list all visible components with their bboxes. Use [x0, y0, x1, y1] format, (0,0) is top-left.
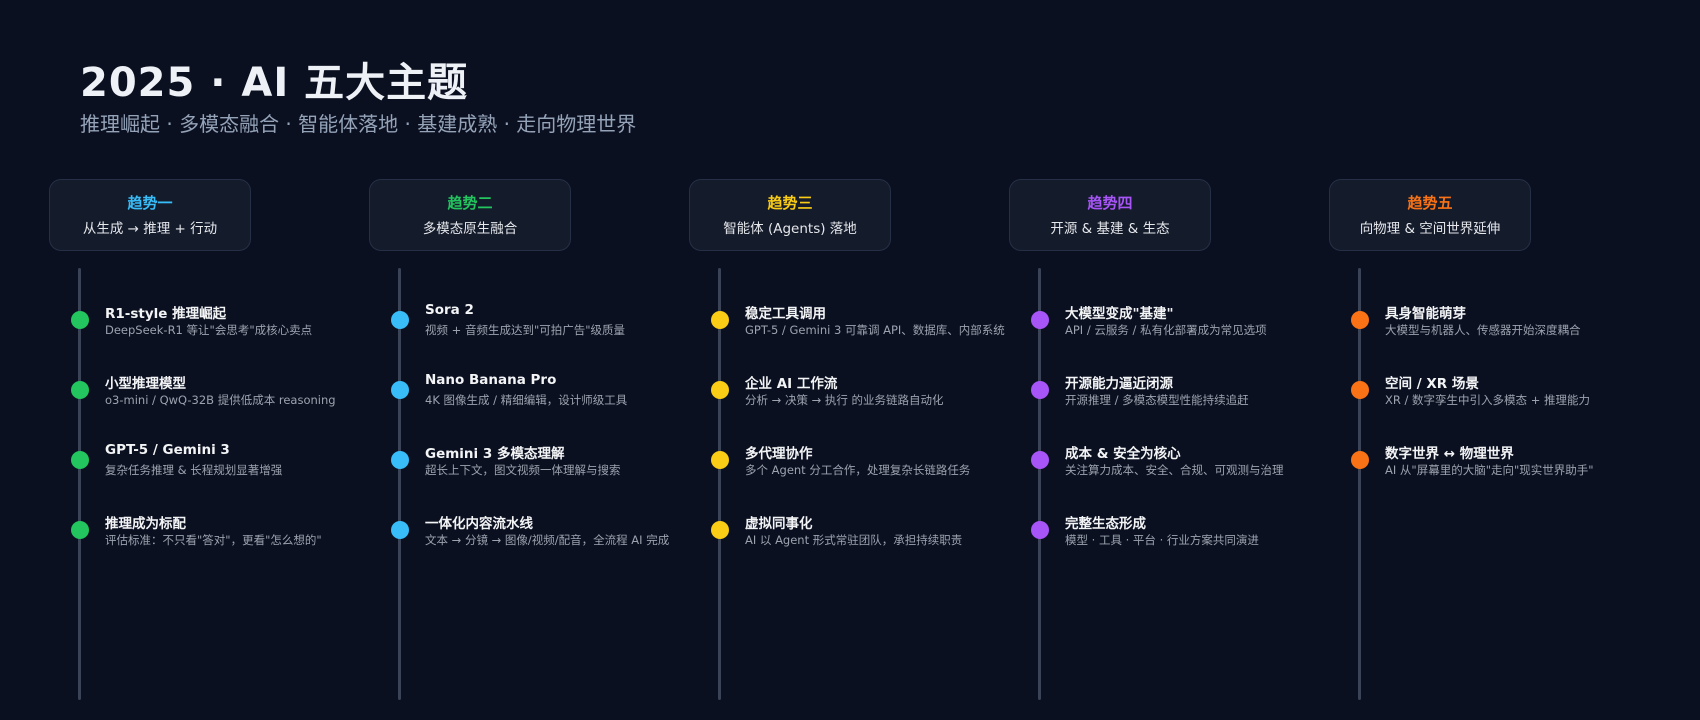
item-description: 视频 + 音频生成达到"可拍广告"级质量 — [425, 323, 626, 337]
item-title: 小型推理模型 — [105, 376, 186, 392]
item-description: 模型 · 工具 · 平台 · 行业方案共同演进 — [1065, 533, 1259, 547]
trend-header-card: 趋势一 从生成 → 推理 + 行动 — [49, 179, 251, 251]
trend-header-card: 趋势二 多模态原生融合 — [369, 179, 571, 251]
timeline-dot — [71, 311, 89, 329]
timeline-item: 一体化内容流水线 文本 → 分镜 → 图像/视频/配音，全流程 AI 完成 — [369, 512, 689, 562]
item-description: XR / 数字孪生中引入多模态 + 推理能力 — [1385, 393, 1590, 407]
item-title: 数字世界 ↔ 物理世界 — [1385, 446, 1514, 462]
item-description: 超长上下文，图文视频一体理解与搜索 — [425, 463, 621, 477]
item-title: 大模型变成"基建" — [1065, 306, 1174, 322]
trend-label: 趋势二 — [447, 194, 493, 212]
item-description: API / 云服务 / 私有化部署成为常见选项 — [1065, 323, 1267, 337]
item-description: GPT-5 / Gemini 3 可靠调 API、数据库、内部系统 — [745, 323, 1005, 337]
item-title: 推理成为标配 — [105, 516, 186, 532]
timeline-item: 大模型变成"基建" API / 云服务 / 私有化部署成为常见选项 — [1009, 302, 1329, 352]
trend-subtitle: 开源 & 基建 & 生态 — [1050, 221, 1170, 237]
timeline-dot — [71, 521, 89, 539]
item-description: 多个 Agent 分工合作，处理复杂长链路任务 — [745, 463, 971, 477]
timeline-dot — [711, 451, 729, 469]
item-description: 开源推理 / 多模态模型性能持续追赶 — [1065, 393, 1249, 407]
item-title: 完整生态形成 — [1065, 516, 1146, 532]
timeline-dot — [71, 451, 89, 469]
item-title: Sora 2 — [425, 302, 474, 318]
timeline-dot — [1351, 381, 1369, 399]
item-title: 稳定工具调用 — [745, 306, 826, 322]
trend-column-3: 趋势三 智能体 (Agents) 落地 稳定工具调用 GPT-5 / Gemin… — [689, 0, 1009, 720]
timeline-dot — [391, 311, 409, 329]
timeline-item: 企业 AI 工作流 分析 → 决策 → 执行 的业务链路自动化 — [689, 372, 1009, 422]
timeline-dot — [711, 521, 729, 539]
timeline-item: R1-style 推理崛起 DeepSeek-R1 等让"会思考"成核心卖点 — [49, 302, 369, 352]
item-title: Nano Banana Pro — [425, 372, 557, 388]
item-description: 评估标准：不只看"答对"，更看"怎么想的" — [105, 533, 322, 547]
timeline-item: Gemini 3 多模态理解 超长上下文，图文视频一体理解与搜索 — [369, 442, 689, 492]
timeline-dot — [391, 381, 409, 399]
trend-column-5: 趋势五 向物理 & 空间世界延伸 具身智能萌芽 大模型与机器人、传感器开始深度耦… — [1329, 0, 1649, 720]
timeline-item: 推理成为标配 评估标准：不只看"答对"，更看"怎么想的" — [49, 512, 369, 562]
trend-label: 趋势四 — [1087, 194, 1133, 212]
trend-subtitle: 智能体 (Agents) 落地 — [723, 221, 857, 237]
timeline-item: 小型推理模型 o3-mini / QwQ-32B 提供低成本 reasoning — [49, 372, 369, 422]
timeline-item: Sora 2 视频 + 音频生成达到"可拍广告"级质量 — [369, 302, 689, 352]
timeline-dot — [1351, 451, 1369, 469]
trend-subtitle: 向物理 & 空间世界延伸 — [1359, 221, 1501, 237]
timeline-item: GPT-5 / Gemini 3 复杂任务推理 & 长程规划显著增强 — [49, 442, 369, 492]
trend-subtitle: 从生成 → 推理 + 行动 — [82, 221, 218, 237]
item-description: AI 以 Agent 形式常驻团队，承担持续职责 — [745, 533, 963, 547]
trend-column-2: 趋势二 多模态原生融合 Sora 2 视频 + 音频生成达到"可拍广告"级质量 … — [369, 0, 689, 720]
item-description: AI 从"屏幕里的大脑"走向"现实世界助手" — [1385, 463, 1594, 477]
item-title: Gemini 3 多模态理解 — [425, 446, 565, 462]
item-title: GPT-5 / Gemini 3 — [105, 442, 230, 458]
timeline-dot — [711, 381, 729, 399]
item-title: 开源能力逼近闭源 — [1065, 376, 1173, 392]
trend-subtitle: 多模态原生融合 — [422, 221, 518, 237]
item-description: DeepSeek-R1 等让"会思考"成核心卖点 — [105, 323, 313, 337]
timeline-dot — [1031, 381, 1049, 399]
timeline-diagram: 2025 · AI 五大主题 推理崛起 · 多模态融合 · 智能体落地 · 基建… — [0, 0, 1700, 720]
timeline-dot — [391, 451, 409, 469]
timeline-item: 虚拟同事化 AI 以 Agent 形式常驻团队，承担持续职责 — [689, 512, 1009, 562]
item-description: o3-mini / QwQ-32B 提供低成本 reasoning — [105, 393, 336, 407]
timeline-item: 开源能力逼近闭源 开源推理 / 多模态模型性能持续追赶 — [1009, 372, 1329, 422]
timeline-dot — [1351, 311, 1369, 329]
timeline-item: 具身智能萌芽 大模型与机器人、传感器开始深度耦合 — [1329, 302, 1649, 352]
item-description: 复杂任务推理 & 长程规划显著增强 — [105, 463, 283, 477]
trend-label: 趋势三 — [767, 194, 813, 212]
item-description: 关注算力成本、安全、合规、可观测与治理 — [1065, 463, 1284, 477]
timeline-dot — [1031, 451, 1049, 469]
item-description: 大模型与机器人、传感器开始深度耦合 — [1385, 323, 1581, 337]
item-title: R1-style 推理崛起 — [105, 306, 227, 322]
trend-column-1: 趋势一 从生成 → 推理 + 行动 R1-style 推理崛起 DeepSeek… — [49, 0, 369, 720]
timeline-dot — [391, 521, 409, 539]
item-description: 4K 图像生成 / 精细编辑，设计师级工具 — [425, 393, 628, 407]
item-title: 成本 & 安全为核心 — [1065, 446, 1181, 462]
item-description: 文本 → 分镜 → 图像/视频/配音，全流程 AI 完成 — [425, 533, 670, 547]
timeline-item: 完整生态形成 模型 · 工具 · 平台 · 行业方案共同演进 — [1009, 512, 1329, 562]
trend-label: 趋势一 — [127, 194, 173, 212]
item-title: 空间 / XR 场景 — [1385, 376, 1479, 392]
trend-header-card: 趋势五 向物理 & 空间世界延伸 — [1329, 179, 1531, 251]
item-title: 虚拟同事化 — [745, 516, 813, 532]
timeline-item: 成本 & 安全为核心 关注算力成本、安全、合规、可观测与治理 — [1009, 442, 1329, 492]
trend-label: 趋势五 — [1407, 194, 1453, 212]
timeline-dot — [71, 381, 89, 399]
timeline-item: 稳定工具调用 GPT-5 / Gemini 3 可靠调 API、数据库、内部系统 — [689, 302, 1009, 352]
trend-header-card: 趋势三 智能体 (Agents) 落地 — [689, 179, 891, 251]
item-description: 分析 → 决策 → 执行 的业务链路自动化 — [745, 393, 944, 407]
trend-column-4: 趋势四 开源 & 基建 & 生态 大模型变成"基建" API / 云服务 / 私… — [1009, 0, 1329, 720]
timeline-item: 多代理协作 多个 Agent 分工合作，处理复杂长链路任务 — [689, 442, 1009, 492]
item-title: 企业 AI 工作流 — [745, 376, 838, 392]
timeline-item: 数字世界 ↔ 物理世界 AI 从"屏幕里的大脑"走向"现实世界助手" — [1329, 442, 1649, 492]
item-title: 多代理协作 — [745, 446, 813, 462]
timeline-dot — [711, 311, 729, 329]
item-title: 一体化内容流水线 — [425, 516, 533, 532]
timeline-item: 空间 / XR 场景 XR / 数字孪生中引入多模态 + 推理能力 — [1329, 372, 1649, 422]
timeline-item: Nano Banana Pro 4K 图像生成 / 精细编辑，设计师级工具 — [369, 372, 689, 422]
timeline-dot — [1031, 521, 1049, 539]
item-title: 具身智能萌芽 — [1385, 306, 1466, 322]
trend-header-card: 趋势四 开源 & 基建 & 生态 — [1009, 179, 1211, 251]
timeline-dot — [1031, 311, 1049, 329]
